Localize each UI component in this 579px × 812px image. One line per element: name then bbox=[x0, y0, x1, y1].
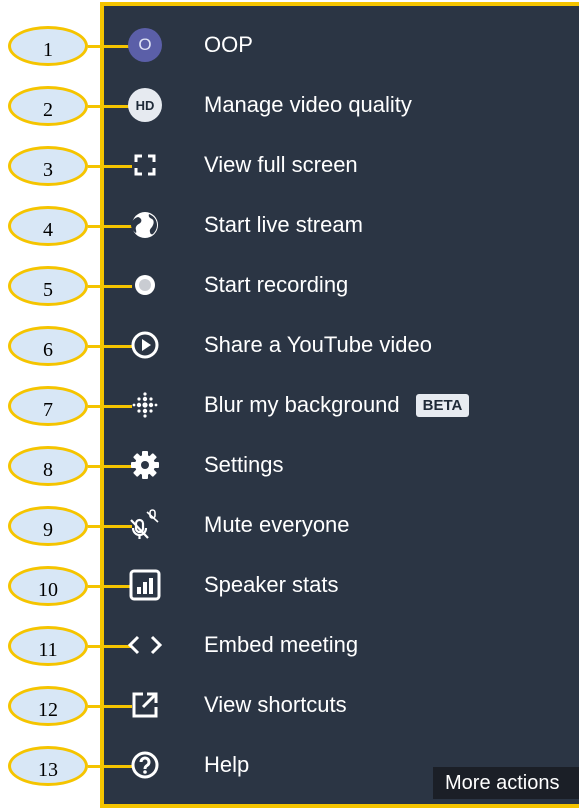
menu-item-blur-background[interactable]: Blur my background BETA bbox=[128, 382, 568, 428]
record-icon bbox=[128, 268, 162, 302]
callout-13: 13 bbox=[8, 746, 88, 786]
callout-leader bbox=[88, 225, 132, 228]
callout-3: 3 bbox=[8, 146, 88, 186]
callout-number: 13 bbox=[38, 759, 58, 781]
callout-12: 12 bbox=[8, 686, 88, 726]
menu-item-label: Start live stream bbox=[204, 212, 363, 237]
menu-item-label: Help bbox=[204, 752, 250, 777]
menu-item-profile[interactable]: O OOP bbox=[128, 22, 568, 68]
menu-item-label: OOP bbox=[204, 32, 253, 57]
menu-item-recording[interactable]: Start recording bbox=[128, 262, 568, 308]
callout-5: 5 bbox=[8, 266, 88, 306]
gear-icon bbox=[128, 448, 162, 482]
callout-leader bbox=[88, 105, 132, 108]
menu-item-label: Share a YouTube video bbox=[204, 332, 432, 357]
menu-item-settings[interactable]: Settings bbox=[128, 442, 568, 488]
callout-leader bbox=[88, 45, 132, 48]
callout-7: 7 bbox=[8, 386, 88, 426]
callout-leader bbox=[88, 345, 132, 348]
callout-leader bbox=[88, 525, 132, 528]
menu-item-label: Blur my background bbox=[204, 392, 400, 417]
menu-item-label: Manage video quality bbox=[204, 92, 412, 117]
menu-item-mute-everyone[interactable]: Mute everyone bbox=[128, 502, 568, 548]
callout-number: 5 bbox=[43, 279, 53, 301]
menu-item-label: View full screen bbox=[204, 152, 358, 177]
callout-number: 1 bbox=[43, 39, 53, 61]
menu-item-label: Speaker stats bbox=[204, 572, 339, 597]
callout-number: 3 bbox=[43, 159, 53, 181]
callout-number: 6 bbox=[43, 339, 53, 361]
menu-item-speaker-stats[interactable]: Speaker stats bbox=[128, 562, 568, 608]
hd-icon-text: HD bbox=[128, 88, 162, 122]
beta-badge: BETA bbox=[415, 393, 470, 417]
avatar: O bbox=[128, 28, 162, 62]
menu-item-label: Embed meeting bbox=[204, 632, 359, 657]
callout-number: 9 bbox=[43, 519, 53, 541]
blur-icon bbox=[128, 388, 162, 422]
callout-leader bbox=[88, 585, 132, 588]
fullscreen-icon bbox=[128, 148, 162, 182]
callout-4: 4 bbox=[8, 206, 88, 246]
menu-item-share-youtube[interactable]: Share a YouTube video bbox=[128, 322, 568, 368]
callout-number: 10 bbox=[38, 579, 58, 601]
menu-item-label: View shortcuts bbox=[204, 692, 347, 717]
callout-number: 12 bbox=[38, 699, 58, 721]
help-icon bbox=[128, 748, 162, 782]
callout-11: 11 bbox=[8, 626, 88, 666]
callout-number: 2 bbox=[43, 99, 53, 121]
more-actions-tooltip: More actions bbox=[433, 767, 579, 799]
callout-leader bbox=[88, 165, 132, 168]
avatar-initial: O bbox=[128, 28, 162, 62]
callout-number: 11 bbox=[38, 639, 58, 661]
callout-leader bbox=[88, 465, 132, 468]
callout-number: 8 bbox=[43, 459, 53, 481]
external-link-icon bbox=[128, 688, 162, 722]
menu-item-label: Mute everyone bbox=[204, 512, 350, 537]
callout-number: 4 bbox=[43, 219, 53, 241]
callout-9: 9 bbox=[8, 506, 88, 546]
callout-6: 6 bbox=[8, 326, 88, 366]
menu-item-live-stream[interactable]: Start live stream bbox=[128, 202, 568, 248]
menu-item-embed-meeting[interactable]: Embed meeting bbox=[128, 622, 568, 668]
callout-10: 10 bbox=[8, 566, 88, 606]
callout-leader bbox=[88, 765, 132, 768]
callout-8: 8 bbox=[8, 446, 88, 486]
menu-item-fullscreen[interactable]: View full screen bbox=[128, 142, 568, 188]
callout-leader bbox=[88, 645, 132, 648]
menu-item-label: Start recording bbox=[204, 272, 349, 297]
menu-item-view-shortcuts[interactable]: View shortcuts bbox=[128, 682, 568, 728]
callout-leader bbox=[88, 705, 132, 708]
code-icon bbox=[128, 628, 162, 662]
callout-2: 2 bbox=[8, 86, 88, 126]
hd-icon: HD bbox=[128, 88, 162, 122]
callout-number: 7 bbox=[43, 399, 53, 421]
menu-item-label: Settings bbox=[204, 452, 284, 477]
play-circle-icon bbox=[128, 328, 162, 362]
menu-item-video-quality[interactable]: HD Manage video quality bbox=[128, 82, 568, 128]
callout-leader bbox=[88, 405, 132, 408]
callout-leader bbox=[88, 285, 132, 288]
stats-icon bbox=[128, 568, 162, 602]
callout-1: 1 bbox=[8, 26, 88, 66]
mute-everyone-icon bbox=[128, 508, 162, 542]
globe-icon bbox=[128, 208, 162, 242]
